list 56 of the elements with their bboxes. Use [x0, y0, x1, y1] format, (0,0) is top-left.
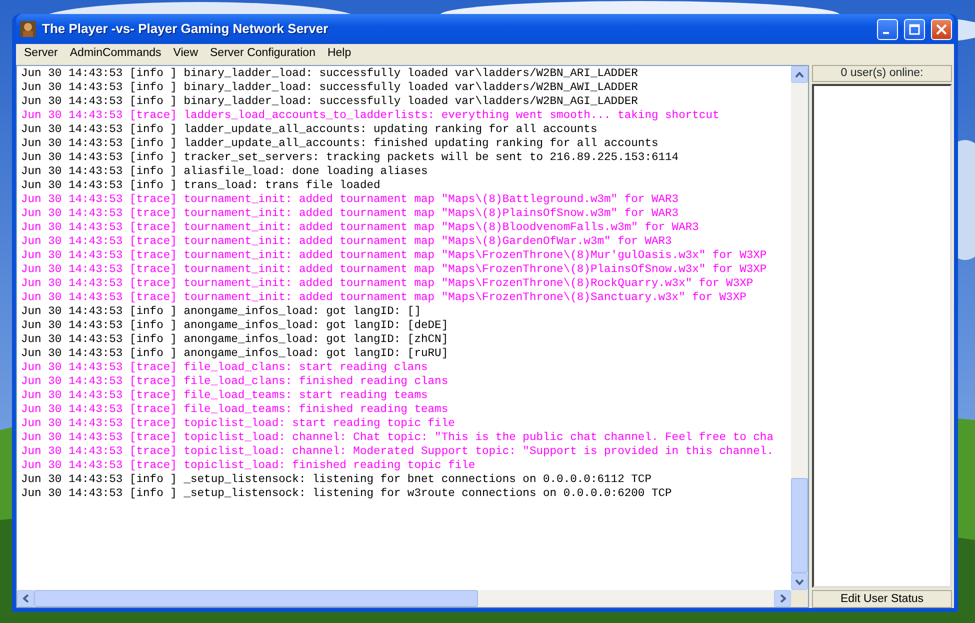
- log-line: Jun 30 14:43:53 [trace] ladders_load_accounts_to_ladderlists: everything went smooth... taking shortcut: [21, 109, 720, 123]
- app-icon: [20, 21, 36, 37]
- log-line: Jun 30 14:43:53 [trace] tournament_init: added tournament map "Maps\FrozenThrone\(8)Sanctuary.w3x" for W3XP: [21, 291, 746, 305]
- log-line: Jun 30 14:43:53 [trace] topiclist_load: channel: Moderated Support topic: "Support is provided in this channel.: [21, 445, 774, 459]
- caret-left-icon: [22, 594, 28, 603]
- log-line: Jun 30 14:43:53 [info ] anongame_infos_load: got langID: [zhCN]: [21, 333, 448, 347]
- scroll-down-button[interactable]: [791, 573, 808, 590]
- close-button[interactable]: [931, 18, 952, 40]
- log-line: Jun 30 14:43:53 [info ] _setup_listensock: listening for w3route connections on 0.0.0.0:6200 TCP: [21, 487, 672, 501]
- log-line: Jun 30 14:43:53 [info ] ladder_update_all_accounts: finished updating ranking for all accounts: [21, 137, 658, 151]
- log-line: Jun 30 14:43:53 [info ] trans_load: trans file loaded: [21, 179, 380, 193]
- log-line: Jun 30 14:43:53 [info ] ladder_update_all_accounts: updating ranking for all accounts: [21, 123, 598, 137]
- log-line: Jun 30 14:43:53 [trace] topiclist_load: channel: Chat topic: "This is the public chat channel. Feel free to cha: [21, 431, 774, 445]
- log-line: Jun 30 14:43:53 [info ] tracker_set_servers: tracking packets will be sent to 216.89.225.153:6114: [21, 151, 679, 165]
- log-line: Jun 30 14:43:53 [trace] topiclist_load: finished reading topic file: [21, 459, 476, 473]
- window-title: The Player -vs- Player Gaming Network Server: [42, 20, 330, 38]
- users-header: 0 user(s) online:: [812, 65, 952, 82]
- caret-up-icon: [795, 72, 804, 78]
- log-line: Jun 30 14:43:53 [trace] tournament_init: added tournament map "Maps\(8)GardenOfWar.w3m" for WAR3: [21, 235, 672, 249]
- log-line: Jun 30 14:43:53 [info ] anongame_infos_load: got langID: [ruRU]: [21, 347, 448, 361]
- scroll-right-button[interactable]: [774, 590, 791, 607]
- log-line: Jun 30 14:43:53 [info ] anongame_infos_load: got langID: [deDE]: [21, 319, 448, 333]
- maximize-button[interactable]: [904, 18, 925, 40]
- menu-item[interactable]: AdminCommands: [64, 44, 168, 62]
- log-line: Jun 30 14:43:53 [info ] _setup_listensock: listening for bnet connections on 0.0.0.0:6112 TCP: [21, 473, 652, 487]
- menu-item[interactable]: Server: [18, 44, 64, 62]
- minimize-icon: [882, 32, 888, 34]
- log-line: Jun 30 14:43:53 [trace] tournament_init: added tournament map "Maps\FrozenThrone\(8)Mur'gulOasis.w3x" for W3XP: [21, 249, 767, 263]
- scroll-left-button[interactable]: [17, 590, 34, 607]
- minimize-button[interactable]: [877, 18, 898, 40]
- log-line: Jun 30 14:43:53 [info ] aliasfile_load: done loading aliases: [21, 165, 428, 179]
- edit-user-status-button[interactable]: Edit User Status: [812, 590, 952, 608]
- log-line: Jun 30 14:43:53 [trace] file_load_teams: finished reading teams: [21, 403, 448, 417]
- menu-item[interactable]: View: [167, 44, 204, 62]
- log-line: Jun 30 14:43:53 [info ] anongame_infos_load: got langID: []: [21, 305, 421, 319]
- scroll-up-button[interactable]: [791, 66, 808, 83]
- close-icon: [936, 24, 947, 34]
- log-line: Jun 30 14:43:53 [trace] tournament_init: added tournament map "Maps\(8)Battleground.w3m" for WAR3: [21, 193, 679, 207]
- log-line: Jun 30 14:43:53 [trace] tournament_init: added tournament map "Maps\FrozenThrone\(8)PlainsOfSnow.w3x" for W3XP: [21, 263, 767, 277]
- log-line: Jun 30 14:43:53 [trace] tournament_init: added tournament map "Maps\(8)PlainsOfSnow.w3m" for WAR3: [21, 207, 679, 221]
- log-line: Jun 30 14:43:53 [info ] binary_ladder_load: successfully loaded var\ladders/W2BN_AGI_LADDER: [21, 95, 638, 109]
- log-line: Jun 30 14:43:53 [trace] tournament_init: added tournament map "Maps\FrozenThrone\(8)RockQuarry.w3x" for W3XP: [21, 277, 754, 291]
- caret-down-icon: [795, 578, 804, 584]
- maximize-icon: [909, 24, 920, 34]
- menu-item[interactable]: Help: [321, 44, 358, 62]
- menu-item[interactable]: Server Configuration: [204, 44, 322, 62]
- log-line: Jun 30 14:43:53 [trace] file_load_clans: start reading clans: [21, 361, 428, 375]
- scroll-thumb[interactable]: [791, 478, 808, 573]
- log-line: Jun 30 14:43:53 [info ] binary_ladder_load: successfully loaded var\ladders/W2BN_ARI_LADDER: [21, 67, 638, 81]
- log-line: Jun 30 14:43:53 [trace] file_load_clans: finished reading clans: [21, 375, 448, 389]
- log-line: Jun 30 14:43:53 [trace] file_load_teams: start reading teams: [21, 389, 428, 403]
- log-line: Jun 30 14:43:53 [info ] binary_ladder_load: successfully loaded var\ladders/W2BN_AWI_LADDER: [21, 81, 638, 95]
- log-line: Jun 30 14:43:53 [trace] topiclist_load: start reading topic file: [21, 417, 455, 431]
- caret-right-icon: [780, 594, 786, 603]
- scroll-thumb[interactable]: [34, 590, 478, 607]
- log-line: Jun 30 14:43:53 [trace] tournament_init: added tournament map "Maps\(8)BloodvenomFalls.w3m" for WAR3: [21, 221, 699, 235]
